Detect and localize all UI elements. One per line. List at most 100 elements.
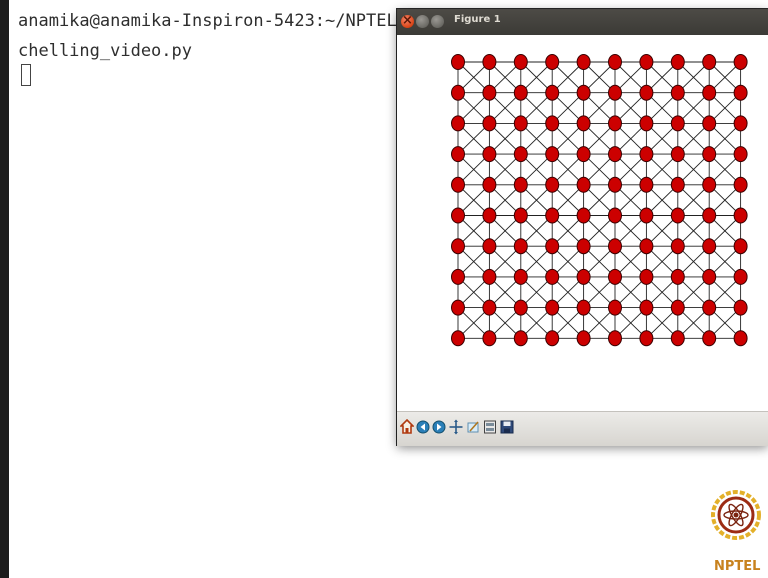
nptel-watermark-text: NPTEL	[714, 559, 761, 574]
graph-node	[733, 115, 748, 132]
graph-node	[639, 84, 654, 101]
graph-node	[482, 146, 497, 163]
graph-node	[639, 115, 654, 132]
graph-node	[608, 146, 622, 163]
graph-node	[482, 299, 497, 316]
terminal-prompt-line: anamika@anamika-Inspiron-5423:~/NPTEL/	[18, 11, 407, 31]
graph-node	[451, 176, 465, 193]
graph-node	[451, 238, 465, 255]
graph-node	[576, 299, 591, 316]
figure-toolbar	[397, 411, 768, 446]
graph-node	[513, 115, 528, 132]
minimize-button[interactable]	[416, 15, 429, 28]
graph-node	[670, 207, 685, 224]
graph-node	[733, 268, 748, 285]
graph-node	[513, 207, 528, 224]
graph-node	[513, 238, 528, 255]
zoom-icon[interactable]	[466, 418, 480, 435]
graph-node	[608, 330, 622, 347]
home-icon[interactable]	[400, 418, 414, 435]
maximize-button[interactable]	[431, 15, 444, 28]
graph-node	[639, 268, 654, 285]
graph-node	[545, 84, 560, 101]
graph-node	[702, 54, 717, 70]
close-button[interactable]	[401, 12, 414, 30]
graph-node	[451, 268, 465, 285]
graph-node	[733, 176, 748, 193]
graph-node	[482, 330, 497, 347]
graph-node	[451, 146, 465, 163]
terminal-cursor	[21, 64, 31, 86]
graph-node	[702, 207, 717, 224]
graph-node	[733, 146, 748, 163]
graph-node	[513, 54, 528, 70]
graph-edges	[457, 61, 742, 339]
graph-node	[733, 330, 748, 347]
graph-node	[482, 115, 497, 132]
graph-node	[733, 299, 748, 316]
graph-node	[670, 268, 685, 285]
graph-node	[702, 238, 717, 255]
graph-node	[451, 207, 465, 224]
graph-node	[639, 330, 654, 347]
graph-node	[670, 330, 685, 347]
graph-node	[702, 268, 717, 285]
graph-node	[513, 84, 528, 101]
pan-icon[interactable]	[449, 418, 463, 435]
graph-node	[482, 238, 497, 255]
graph-node	[513, 146, 528, 163]
graph-node	[513, 176, 528, 193]
graph-node	[513, 330, 528, 347]
graph-node	[451, 115, 465, 132]
graph-node	[608, 268, 622, 285]
graph-node	[482, 207, 497, 224]
terminal-output-line: chelling_video.py	[18, 41, 192, 61]
graph-node	[670, 146, 685, 163]
graph-node	[576, 176, 591, 193]
graph-node	[639, 176, 654, 193]
graph-node	[702, 299, 717, 316]
grid-graph	[451, 54, 748, 347]
figure-title: Figure 1	[454, 14, 501, 25]
graph-node	[545, 330, 560, 347]
graph-node	[576, 54, 591, 70]
graph-node	[733, 238, 748, 255]
graph-node	[608, 238, 622, 255]
forward-icon[interactable]	[432, 418, 446, 435]
graph-node	[545, 207, 560, 224]
graph-node	[576, 84, 591, 101]
graph-node	[670, 299, 685, 316]
graph-node	[670, 84, 685, 101]
graph-node	[608, 115, 622, 132]
graph-node	[733, 84, 748, 101]
subplots-icon[interactable]	[483, 418, 497, 435]
graph-node	[670, 54, 685, 70]
figure-titlebar[interactable]: Figure 1	[397, 9, 768, 35]
graph-node	[482, 268, 497, 285]
graph-node	[545, 54, 560, 70]
graph-node	[576, 207, 591, 224]
graph-node	[576, 146, 591, 163]
graph-node	[482, 54, 497, 70]
graph-node	[545, 115, 560, 132]
graph-node	[639, 207, 654, 224]
graph-node	[545, 146, 560, 163]
graph-node	[451, 84, 465, 101]
graph-node	[702, 115, 717, 132]
graph-node	[545, 299, 560, 316]
graph-node	[702, 330, 717, 347]
graph-node	[608, 176, 622, 193]
figure-window[interactable]: Figure 1	[397, 9, 768, 446]
back-icon[interactable]	[416, 418, 430, 435]
graph-node	[608, 207, 622, 224]
graph-node	[670, 115, 685, 132]
graph-node	[639, 146, 654, 163]
figure-canvas[interactable]	[397, 35, 768, 414]
graph-node	[545, 238, 560, 255]
graph-node	[482, 84, 497, 101]
graph-node	[639, 299, 654, 316]
save-icon[interactable]	[500, 418, 514, 435]
graph-node	[451, 299, 465, 316]
graph-node	[639, 238, 654, 255]
graph-node	[451, 330, 465, 347]
